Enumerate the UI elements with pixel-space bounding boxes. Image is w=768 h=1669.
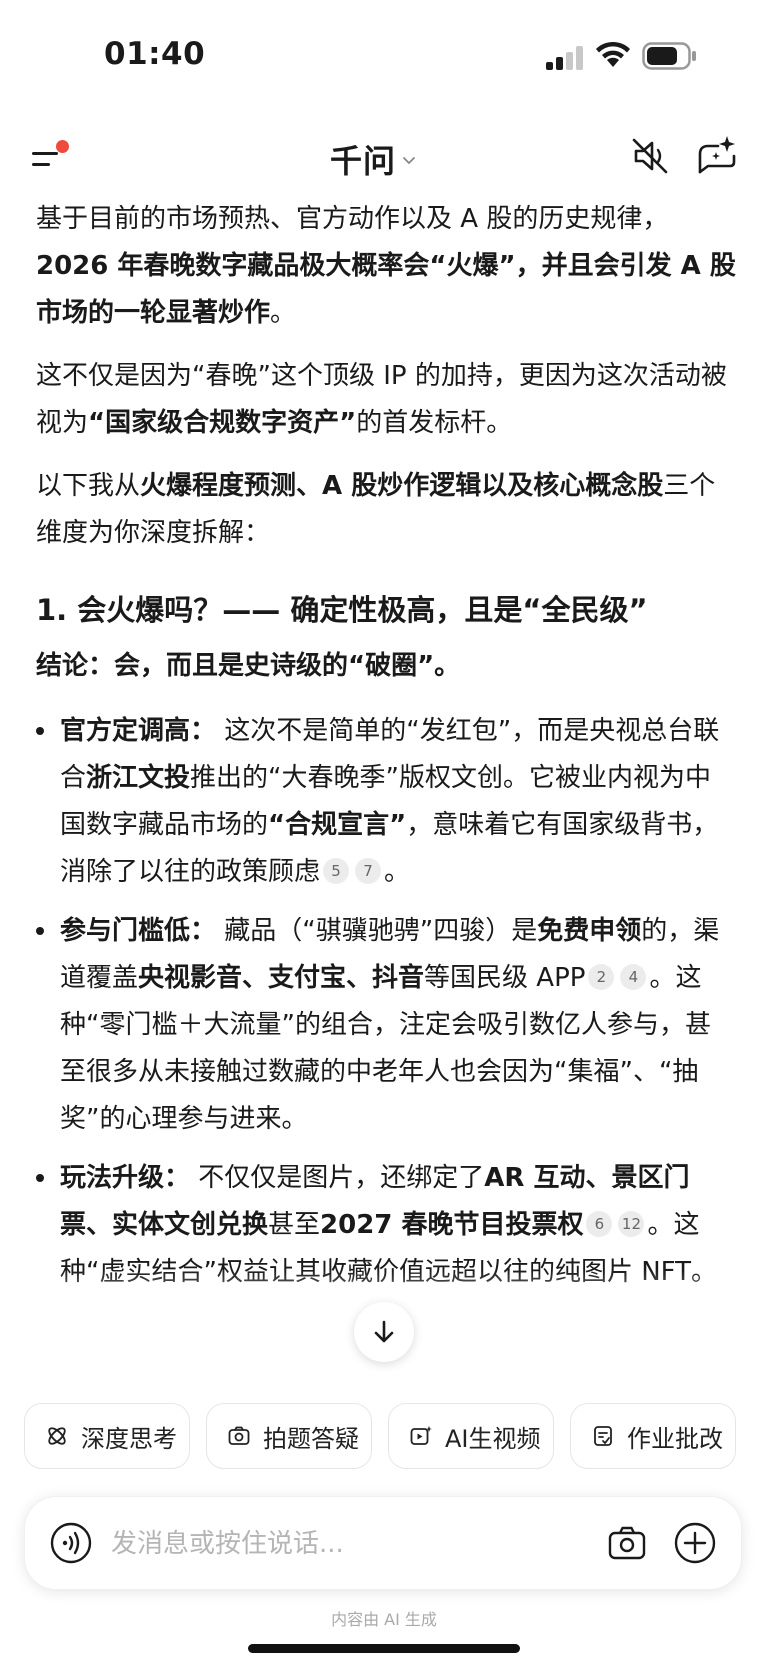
home-indicator[interactable] <box>248 1644 520 1653</box>
text: 。 <box>384 857 411 887</box>
citation-badge[interactable]: 5 <box>323 858 350 884</box>
chip-photo-question[interactable]: 拍题答疑 <box>206 1403 372 1469</box>
ai-disclaimer: 内容由 AI 生成 <box>331 1610 437 1629</box>
homework-icon <box>594 1426 612 1446</box>
chip-deep-think[interactable]: 深度思考 <box>24 1403 190 1469</box>
page-title: 千问 <box>330 142 397 180</box>
model-selector[interactable]: 千问 <box>330 136 416 182</box>
bullet-label: 官方定调高： <box>60 716 217 746</box>
bullet-label: 玩法升级： <box>60 1163 191 1193</box>
text: 甚至 <box>268 1210 321 1240</box>
bold-text: 火爆程度预测、A 股炒作逻辑以及核心概念股 <box>140 471 664 501</box>
text: 基于目前的市场预热、官方动作以及 A 股的历史规律， <box>36 204 669 234</box>
citation-badge[interactable]: 6 <box>586 1211 613 1237</box>
photo-question-icon <box>228 1426 250 1445</box>
text: 等国民级 APP <box>424 963 586 993</box>
ai-video-icon <box>410 1426 432 1445</box>
list-item: 参与门槛低： 藏品（“骐骥驰骋”四骏）是免费申领的，渠道覆盖央视影音、支付宝、抖… <box>36 908 736 1143</box>
ai-response: 基于目前的市场预热、官方动作以及 A 股的历史规律， 2026 年春晚数字藏品极大… <box>36 196 736 1308</box>
status-bar: 01:40 <box>0 0 768 110</box>
conclusion: 结论：会，而且是史诗级的“破圈”。 <box>36 651 461 681</box>
bullet-list: 官方定调高： 这次不是简单的“发红包”，而是央视总台联合浙江文投推出的“大春晚季… <box>36 708 736 1296</box>
paragraph: 基于目前的市场预热、官方动作以及 A 股的历史规律， 2026 年春晚数字藏品极大… <box>36 196 736 337</box>
bold-text: 浙江文投 <box>86 763 191 793</box>
message-input[interactable] <box>109 1519 583 1569</box>
bullet-dot <box>36 727 44 735</box>
quick-actions-bar: 深度思考 拍题答疑 AI生视频 作业批改 <box>24 1403 768 1473</box>
text: 以下我从 <box>36 471 141 501</box>
speaker-mute-icon[interactable] <box>628 134 672 178</box>
citation-badge[interactable]: 12 <box>618 1211 645 1237</box>
cellular-signal-icon <box>546 46 584 70</box>
wifi-icon <box>596 41 630 67</box>
bold-text: “国家级合规数字资产” <box>88 408 357 438</box>
message-composer <box>24 1496 742 1590</box>
bullet-dot <box>36 1174 44 1182</box>
bold-text: 央视影音、支付宝、抖音 <box>138 963 425 993</box>
bullet-dot <box>36 927 44 935</box>
citation-badge[interactable]: 2 <box>588 964 615 990</box>
bold-text: 2026 年春晚数字藏品极大概率会“火爆”，并且会引发 A 股市场的一轮显著炒作 <box>36 251 736 328</box>
citation-badge[interactable]: 7 <box>355 858 382 884</box>
plus-icon[interactable] <box>673 1521 717 1565</box>
chip-label: AI生视频 <box>445 1424 541 1453</box>
menu-icon-line <box>32 163 50 166</box>
bullet-label: 参与门槛低： <box>60 916 217 946</box>
paragraph: 以下我从火爆程度预测、A 股炒作逻辑以及核心概念股三个维度为你深度拆解： <box>36 463 736 557</box>
top-nav-bar: 千问 <box>0 118 768 188</box>
chip-homework[interactable]: 作业批改 <box>570 1403 736 1469</box>
chevron-down-icon <box>403 157 415 165</box>
citation-badge[interactable]: 4 <box>620 964 647 990</box>
text: 不仅仅是图片，还绑定了 <box>198 1163 485 1193</box>
battery-icon <box>642 42 696 70</box>
section-heading: 1. 会火爆吗？—— 确定性极高，且是“全民级” <box>36 593 648 627</box>
text: 藏品（“骐骥驰骋”四骏）是 <box>224 916 538 946</box>
list-item: 官方定调高： 这次不是简单的“发红包”，而是央视总台联合浙江文投推出的“大春晚季… <box>36 708 736 896</box>
scroll-to-bottom-button[interactable] <box>354 1302 414 1362</box>
chip-ai-video[interactable]: AI生视频 <box>388 1403 554 1469</box>
text: 。 <box>270 298 297 328</box>
paragraph: 这不仅是因为“春晚”这个顶级 IP 的加持，更因为这次活动被视为“国家级合规数字… <box>36 353 736 447</box>
text: 的首发标杆。 <box>356 408 513 438</box>
menu-icon <box>32 152 58 155</box>
notification-dot <box>56 140 69 153</box>
voice-icon[interactable] <box>49 1521 93 1565</box>
status-time: 01:40 <box>104 36 206 72</box>
new-chat-icon[interactable] <box>694 132 740 178</box>
bold-text: “合规宣言” <box>268 810 407 840</box>
chip-label: 作业批改 <box>627 1424 723 1453</box>
camera-icon[interactable] <box>605 1521 649 1565</box>
bold-text: 免费申领 <box>537 916 642 946</box>
chip-label: 拍题答疑 <box>263 1424 359 1453</box>
chip-label: 深度思考 <box>81 1424 177 1453</box>
bold-text: 2027 春晚节目投票权 <box>320 1210 584 1240</box>
deep-think-icon <box>48 1427 66 1445</box>
menu-button[interactable] <box>30 138 70 174</box>
arrow-down-icon <box>374 1320 394 1343</box>
